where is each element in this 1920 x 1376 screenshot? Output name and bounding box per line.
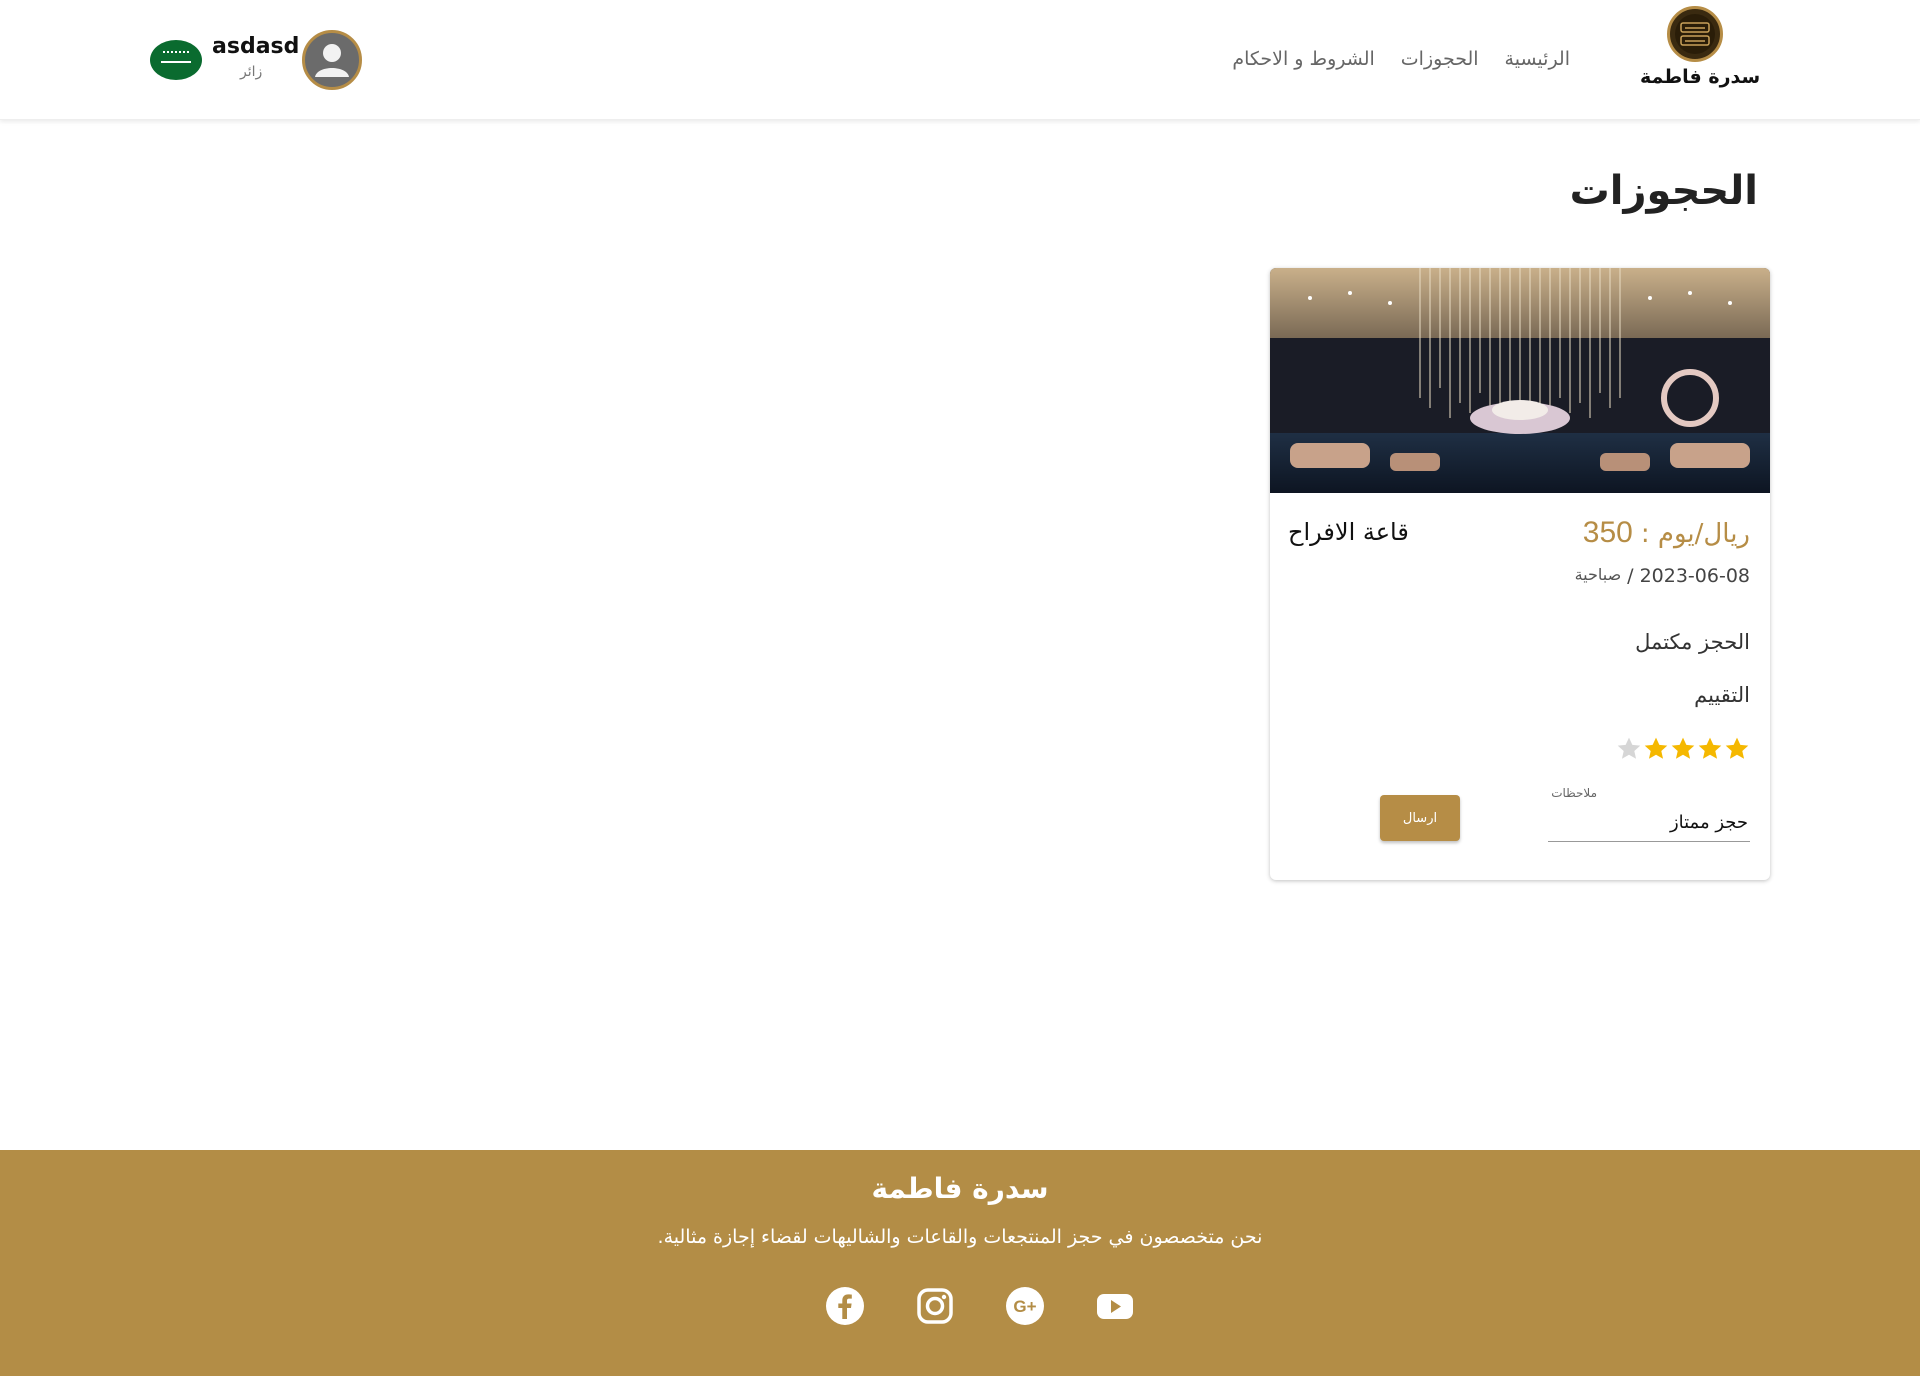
google-plus-icon[interactable]: G+ (1005, 1286, 1045, 1326)
footer-title: سدرة فاطمة (871, 1172, 1049, 1205)
top-navbar: سدرة فاطمة الرئيسية الحجوزات الشروط و ال… (0, 0, 1920, 120)
booking-card: : ريال/يوم 350 قاعة الافراح 2023-06-08 /… (1270, 268, 1770, 880)
user-name: asdasd (212, 34, 300, 59)
main-nav: الرئيسية الحجوزات الشروط و الاحكام (1232, 48, 1570, 70)
star-filled-icon[interactable] (1724, 736, 1750, 762)
instagram-icon[interactable] (915, 1286, 955, 1326)
notes-input[interactable] (1548, 804, 1750, 842)
star-empty-icon[interactable] (1616, 736, 1642, 762)
date-separator: / (1627, 565, 1634, 587)
facebook-icon[interactable] (825, 1286, 865, 1326)
social-links: G+ (825, 1286, 1135, 1326)
rating-stars[interactable] (1616, 736, 1750, 762)
hall-name: قاعة الافراح (1288, 518, 1409, 546)
booking-date: 2023-06-08 / صباحية (1575, 565, 1750, 587)
price-unit: : ريال/يوم (1640, 519, 1750, 549)
date-value: 2023-06-08 (1639, 565, 1750, 587)
star-filled-icon[interactable] (1697, 736, 1723, 762)
booking-status: الحجز مكتمل (1635, 630, 1750, 654)
hall-image (1270, 268, 1770, 493)
nav-item-terms[interactable]: الشروط و الاحكام (1232, 48, 1374, 70)
notes-label: ملاحظات (1551, 786, 1597, 800)
nav-item-home[interactable]: الرئيسية (1505, 48, 1570, 70)
rating-label: التقييم (1694, 683, 1750, 707)
nav-item-bookings[interactable]: الحجوزات (1401, 48, 1479, 70)
footer: سدرة فاطمة .نحن متخصصون في حجز المنتجعات… (0, 1150, 1920, 1376)
booking-period: صباحية (1574, 565, 1622, 584)
send-button[interactable]: ارسال (1380, 795, 1460, 841)
price: : ريال/يوم 350 (1583, 516, 1750, 550)
page-title: الحجوزات (1569, 168, 1758, 214)
user-role: زائر (240, 64, 263, 80)
brand-logo[interactable] (1667, 6, 1723, 62)
saudi-flag-icon[interactable] (150, 40, 202, 80)
star-filled-icon[interactable] (1670, 736, 1696, 762)
brand-name: سدرة فاطمة (1640, 66, 1761, 88)
star-filled-icon[interactable] (1643, 736, 1669, 762)
svg-text:G+: G+ (1013, 1297, 1036, 1316)
user-avatar-icon[interactable] (302, 30, 362, 90)
youtube-icon[interactable] (1095, 1286, 1135, 1326)
brand[interactable]: سدرة فاطمة (1640, 6, 1761, 88)
price-value: 350 (1582, 516, 1633, 549)
footer-text: .نحن متخصصون في حجز المنتجعات والقاعات و… (657, 1226, 1263, 1248)
